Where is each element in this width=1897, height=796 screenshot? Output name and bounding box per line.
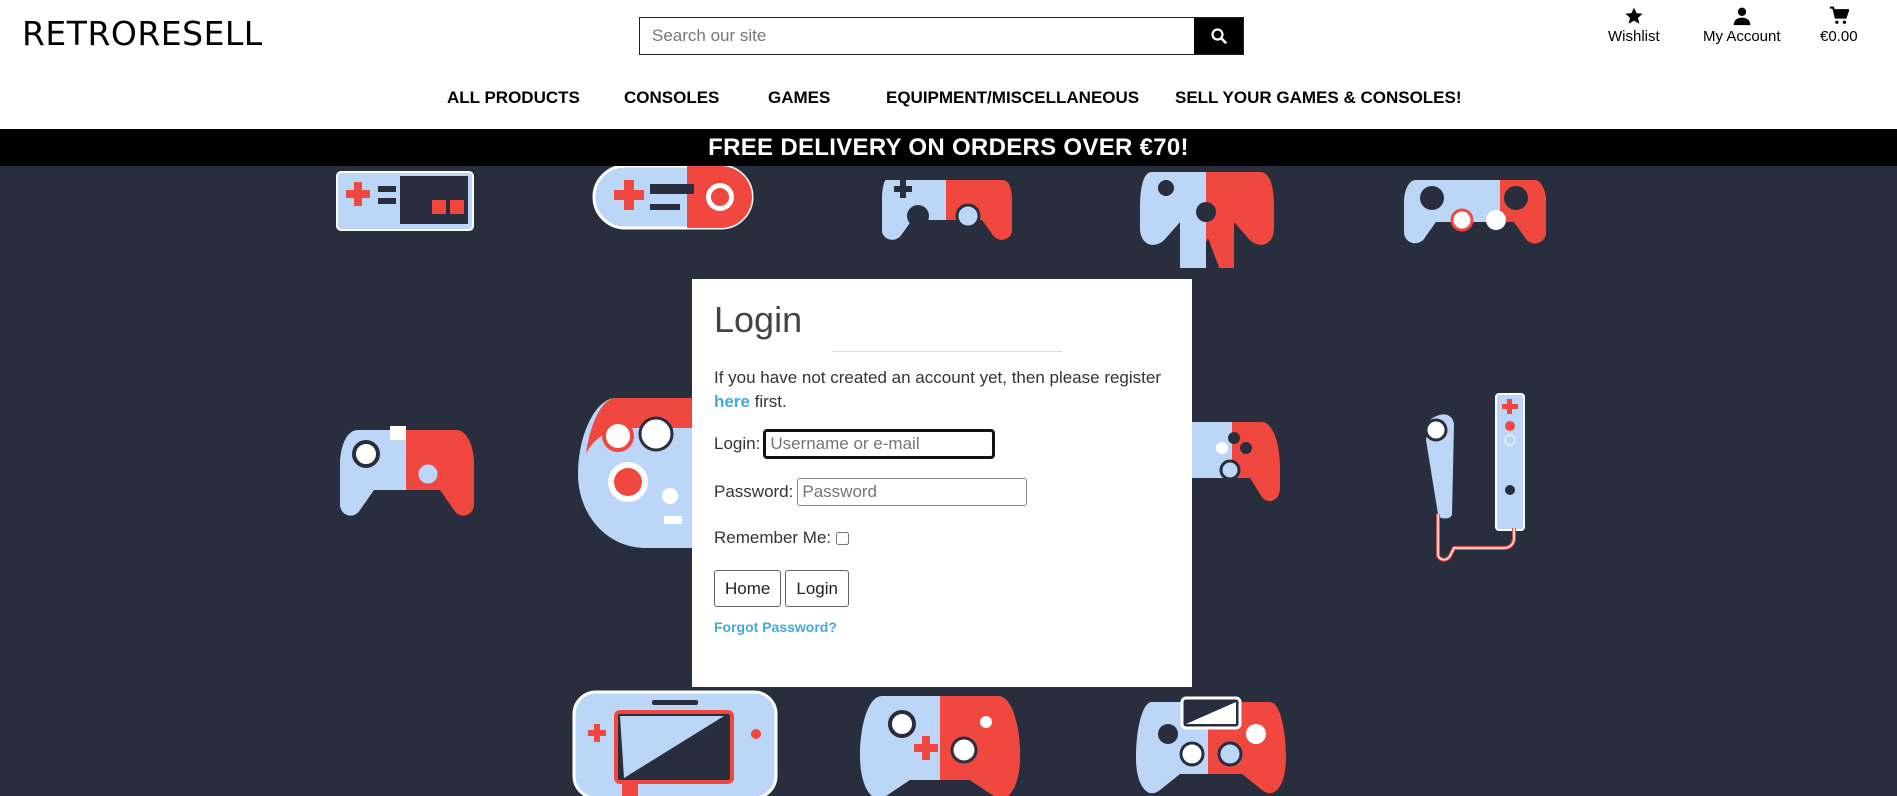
login-row: Login: [714, 429, 1170, 459]
gamecube-style-illustration [1140, 172, 1274, 268]
ps4-controller-illustration [1136, 696, 1286, 794]
site-header: RETRORESELL Wishlist My Account €0.00 AL… [0, 0, 1897, 129]
forgot-password-link[interactable]: Forgot Password? [714, 619, 1170, 635]
gamepad-illustration [882, 180, 1012, 240]
wishlist-label: Wishlist [1608, 28, 1660, 45]
my-account-link[interactable]: My Account [1703, 6, 1781, 45]
search-input[interactable] [640, 18, 1194, 54]
cart-total: €0.00 [1820, 28, 1858, 45]
nav-sell[interactable]: SELL YOUR GAMES & CONSOLES! [1175, 88, 1462, 108]
remember-label: Remember Me: [714, 528, 832, 547]
gamepad-illustration [1404, 180, 1546, 244]
button-row: Home Login [714, 570, 1170, 607]
login-input[interactable] [763, 429, 996, 459]
password-input[interactable] [797, 478, 1028, 506]
login-button[interactable]: Login [785, 570, 849, 607]
title-divider [832, 351, 1062, 352]
remember-row: Remember Me: [714, 528, 1170, 548]
nav-all-products[interactable]: ALL PRODUCTS [447, 88, 580, 108]
gamecube-controller-illustration [340, 426, 474, 516]
user-icon [1733, 7, 1751, 26]
star-icon [1625, 7, 1643, 24]
main-nav: ALL PRODUCTS CONSOLES GAMES EQUIPMENT/MI… [0, 88, 1897, 114]
password-row: Password: [714, 478, 1170, 506]
wishlist-link[interactable]: Wishlist [1608, 6, 1660, 45]
register-prompt-suffix: first. [749, 392, 787, 411]
register-link[interactable]: here [714, 392, 750, 411]
gamepad-illustration [1192, 422, 1280, 502]
nav-equipment[interactable]: EQUIPMENT/MISCELLANEOUS [886, 88, 1139, 108]
search-bar [639, 17, 1244, 55]
password-label: Password: [714, 482, 794, 501]
cart-link[interactable]: €0.00 [1820, 6, 1858, 45]
snes-controller-illustration [592, 166, 754, 230]
search-icon [1210, 28, 1227, 44]
register-prompt-text: If you have not created an account yet, … [714, 368, 1162, 387]
xbox-controller-illustration [860, 696, 1020, 796]
my-account-label: My Account [1703, 28, 1781, 45]
cart-icon [1829, 6, 1849, 24]
n64-controller-illustration [578, 398, 696, 548]
remember-checkbox[interactable] [836, 531, 850, 545]
wii-u-gamepad-illustration [572, 690, 778, 796]
nav-games[interactable]: GAMES [768, 88, 830, 108]
site-logo[interactable]: RETRORESELL [22, 14, 263, 53]
search-button[interactable] [1194, 18, 1243, 54]
register-prompt: If you have not created an account yet, … [714, 366, 1174, 414]
login-title: Login [714, 299, 803, 340]
home-button[interactable]: Home [714, 570, 782, 607]
nes-controller-illustration [336, 171, 474, 231]
nav-consoles[interactable]: CONSOLES [624, 88, 719, 108]
wii-remote-illustration [1424, 393, 1525, 562]
login-card: Login If you have not created an account… [692, 279, 1192, 687]
delivery-banner: FREE DELIVERY ON ORDERS OVER €70! [0, 129, 1897, 166]
login-label: Login: [714, 434, 761, 453]
